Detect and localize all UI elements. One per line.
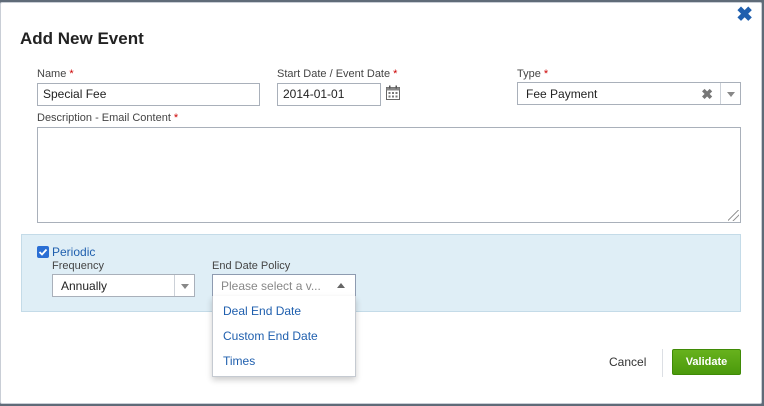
modal-title: Add New Event: [20, 29, 144, 48]
type-label-text: Type: [517, 68, 541, 80]
validate-button[interactable]: Validate: [672, 349, 741, 375]
description-textarea[interactable]: [37, 127, 741, 223]
required-mark: *: [173, 112, 179, 124]
required-mark: *: [393, 68, 398, 80]
frequency-label: Frequency: [52, 260, 104, 272]
start-date-label-text: Start Date / Event Date: [277, 68, 391, 80]
frequency-select[interactable]: Annually: [52, 274, 195, 297]
description-label: Description - Email Content *: [37, 112, 178, 124]
end-date-policy-placeholder: Please select a v...: [221, 279, 321, 293]
checkbox-checked-icon: [38, 248, 48, 256]
calendar-icon[interactable]: [386, 85, 400, 100]
description-label-text: Description - Email Content: [37, 112, 171, 124]
type-select[interactable]: Fee Payment ✖: [517, 82, 741, 105]
required-mark: *: [543, 68, 549, 80]
name-input[interactable]: Special Fee: [37, 83, 260, 106]
end-date-policy-dropdown: Deal End Date Custom End Date Times: [212, 296, 356, 377]
periodic-label[interactable]: Periodic: [52, 245, 95, 259]
end-date-policy-label: End Date Policy: [212, 260, 291, 272]
resize-grip-icon[interactable]: [728, 210, 739, 221]
type-label: Type *: [517, 68, 548, 80]
chevron-down-icon: [181, 284, 189, 289]
periodic-checkbox[interactable]: [37, 246, 49, 258]
frequency-select-value: Annually: [61, 279, 108, 293]
close-icon[interactable]: ✖: [736, 5, 753, 25]
type-select-value: Fee Payment: [526, 87, 598, 101]
dropdown-option-deal-end-date[interactable]: Deal End Date: [223, 304, 301, 318]
add-event-modal: ✖ Add New Event Name * Special Fee Start …: [0, 2, 762, 404]
clear-icon[interactable]: ✖: [701, 86, 713, 103]
end-date-policy-select[interactable]: Please select a v...: [212, 274, 356, 297]
chevron-up-icon: [337, 283, 345, 288]
start-date-label: Start Date / Event Date *: [277, 68, 397, 80]
periodic-panel: [21, 234, 741, 312]
frequency-select-toggle[interactable]: [174, 275, 194, 296]
dropdown-option-custom-end-date[interactable]: Custom End Date: [223, 329, 318, 343]
cancel-button[interactable]: Cancel: [609, 355, 646, 369]
name-label-text: Name: [37, 68, 67, 80]
name-label: Name *: [37, 68, 74, 80]
start-date-input[interactable]: 2014-01-01: [277, 83, 381, 106]
dropdown-option-times[interactable]: Times: [223, 354, 255, 368]
required-mark: *: [69, 68, 74, 80]
footer-divider: [662, 349, 663, 377]
type-select-toggle[interactable]: [720, 83, 740, 104]
chevron-down-icon: [727, 92, 735, 97]
